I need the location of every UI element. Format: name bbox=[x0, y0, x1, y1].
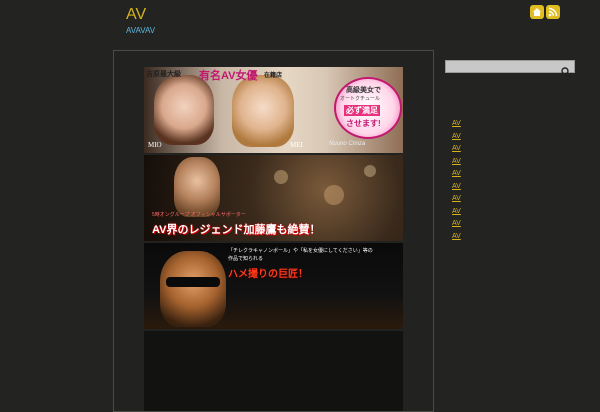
model-name-right: MEI bbox=[290, 141, 303, 149]
rss-icon[interactable] bbox=[546, 5, 560, 19]
banner-headline-tail: 在籍店 bbox=[264, 73, 283, 79]
sidebar-link[interactable]: AV bbox=[452, 233, 461, 240]
sidebar-item: AV bbox=[452, 223, 461, 240]
model-name-left: MIO bbox=[148, 141, 162, 149]
search-icon[interactable] bbox=[561, 62, 571, 81]
sidebar-item: AV bbox=[452, 135, 461, 152]
banner-headline: ハメ撮りの巨匠！ bbox=[228, 269, 308, 280]
banner-caption-line1: 「チレクラキャノンボール」や「私を女優にしてください」等の bbox=[228, 248, 373, 254]
badge-bottom: させます! bbox=[346, 119, 381, 128]
model-photo-left bbox=[154, 75, 214, 145]
banner-headline: AV界のレジェンド加藤鷹も絶賛！ bbox=[152, 224, 321, 236]
search-input[interactable] bbox=[445, 60, 575, 77]
bokeh-light bbox=[364, 165, 376, 177]
banner-empty bbox=[144, 331, 403, 411]
badge-mid: オートクチュール bbox=[340, 96, 381, 102]
sidebar-item: AV bbox=[452, 210, 461, 227]
sidebar-item: AV bbox=[452, 148, 461, 165]
sidebar-item: AV bbox=[452, 123, 461, 140]
legend-photo bbox=[174, 157, 220, 217]
banner-legend[interactable]: 5時オングループ オフィシャルサポーター AV界のレジェンド加藤鷹も絶賛！ bbox=[144, 155, 403, 241]
banner-headline-main: 有名AV女優 bbox=[199, 70, 258, 82]
header-icons bbox=[530, 5, 560, 19]
bokeh-light bbox=[324, 185, 344, 205]
bokeh-light bbox=[274, 170, 288, 184]
sidebar-item: AV bbox=[452, 198, 461, 215]
site-tagline: AVAVAV bbox=[126, 26, 156, 35]
sidebar-item: AV bbox=[452, 185, 461, 202]
sidebar-item: AV bbox=[452, 173, 461, 190]
master-photo bbox=[160, 251, 226, 327]
banner-headline-left: 吉原最大級 bbox=[146, 71, 181, 78]
badge-accent: 必ず満足 bbox=[344, 105, 380, 116]
site-title[interactable]: AV bbox=[126, 6, 146, 24]
sidebar-item: AV bbox=[452, 160, 461, 177]
sunglasses bbox=[166, 277, 220, 287]
sidebar-links: AV AV AV AV AV AV AV AV AV AV bbox=[452, 110, 461, 240]
promo-badge: 高級美女で オートクチュール 必ず満足 させます! bbox=[334, 77, 402, 139]
banner-caption-line2: 作品で知られる bbox=[228, 256, 264, 262]
sidebar-item: AV bbox=[452, 110, 461, 127]
home-icon[interactable] bbox=[530, 5, 544, 19]
model-photo-right bbox=[232, 75, 294, 147]
banner-shop[interactable]: 吉原最大級 有名AV女優 在籍店 MIO MEI Nuuno Cmiza 高級美… bbox=[144, 67, 403, 153]
shop-name: Nuuno Cmiza bbox=[329, 141, 366, 147]
badge-top: 高級美女で bbox=[346, 87, 381, 94]
main-content: 吉原最大級 有名AV女優 在籍店 MIO MEI Nuuno Cmiza 高級美… bbox=[113, 50, 434, 412]
banner-master[interactable]: 「チレクラキャノンボール」や「私を女優にしてください」等の 作品で知られる ハメ… bbox=[144, 243, 403, 329]
banner-caption: 5時オングループ オフィシャルサポーター bbox=[152, 212, 246, 218]
